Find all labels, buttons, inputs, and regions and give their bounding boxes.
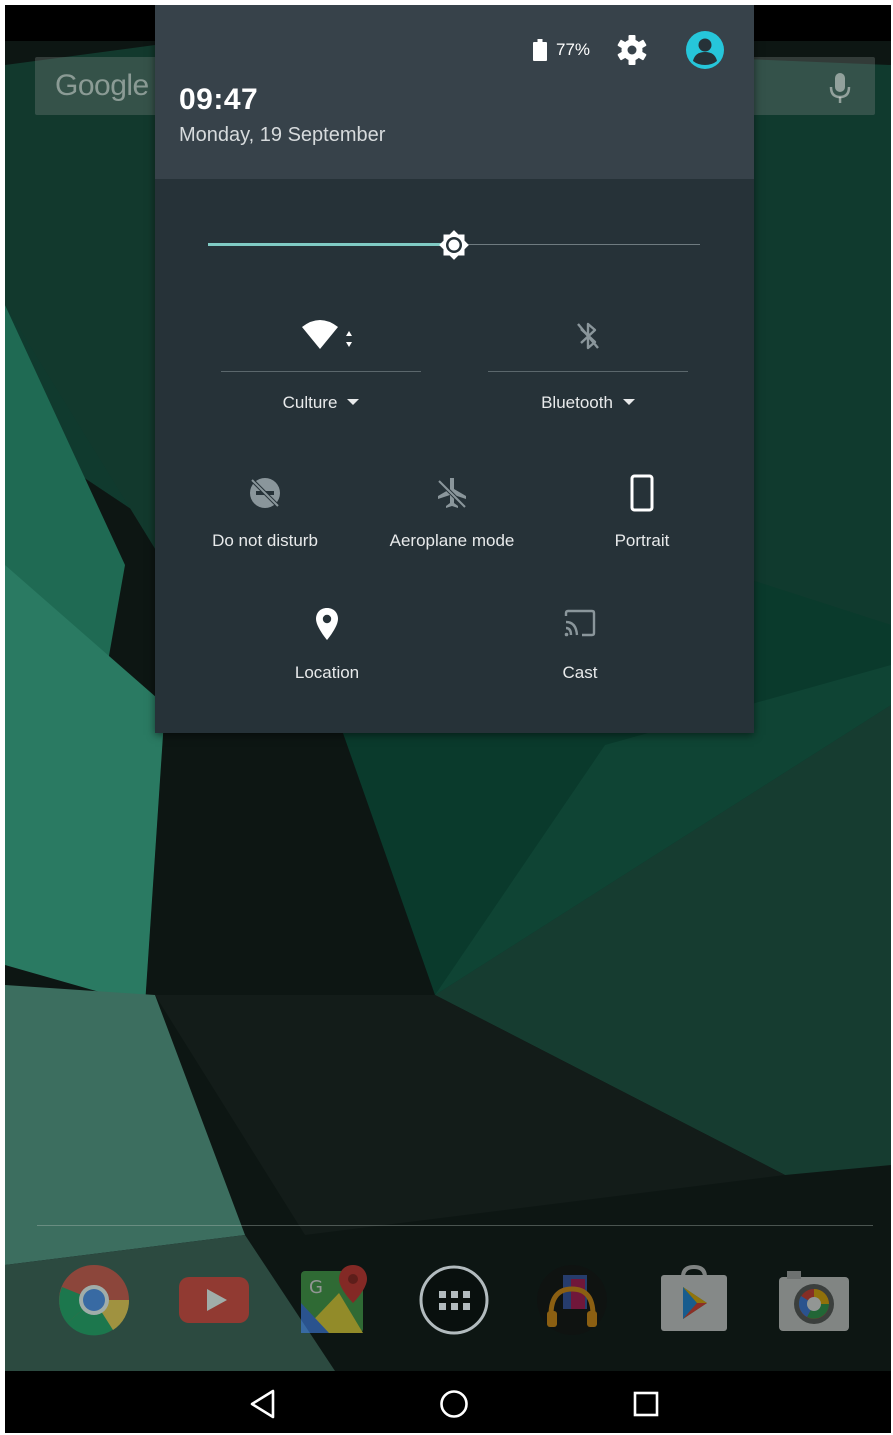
wifi-network-name: Culture — [282, 393, 338, 412]
camera-icon[interactable] — [777, 1263, 851, 1337]
youtube-icon[interactable] — [177, 1263, 251, 1337]
home-icon[interactable] — [437, 1387, 471, 1421]
portrait-label: Portrait — [614, 531, 670, 550]
svg-text:G: G — [309, 1277, 323, 1298]
chrome-icon[interactable] — [57, 1263, 131, 1337]
aeroplane-label: Aeroplane mode — [389, 531, 515, 550]
tile-do-not-disturb[interactable]: Do not disturb — [175, 465, 355, 565]
battery-icon — [533, 39, 547, 61]
maps-icon[interactable]: G — [299, 1263, 373, 1337]
battery-percentage: 77% — [556, 40, 591, 59]
wifi-icon — [302, 320, 352, 349]
microphone-icon[interactable] — [827, 71, 853, 105]
quick-settings-panel: 77% 09:47 Monday, 19 September Culture B… — [155, 5, 754, 733]
do-not-disturb-off-icon — [250, 478, 280, 508]
back-icon[interactable] — [247, 1387, 281, 1421]
account-icon[interactable] — [685, 30, 725, 70]
device-screen: Google G 77% 09:47 Monday, 19 September … — [5, 5, 891, 1433]
gear-icon[interactable] — [615, 33, 649, 67]
tile-rotation-portrait[interactable]: Portrait — [552, 465, 732, 565]
brightness-slider[interactable] — [208, 225, 700, 265]
bluetooth-off-icon — [577, 322, 599, 350]
wifi-label-row[interactable]: Culture — [221, 393, 421, 413]
dnd-label: Do not disturb — [212, 531, 318, 550]
tile-aeroplane-mode[interactable]: Aeroplane mode — [362, 465, 542, 565]
dock-divider — [37, 1225, 873, 1226]
brightness-track-filled — [208, 243, 454, 246]
cast-icon — [564, 609, 596, 637]
tile-wifi[interactable]: Culture — [221, 305, 421, 425]
chevron-down-icon — [347, 398, 360, 405]
tile-cast[interactable]: Cast — [490, 597, 670, 697]
tile-location[interactable]: Location — [237, 597, 417, 697]
chevron-down-icon — [622, 398, 635, 405]
clock-time[interactable]: 09:47 — [179, 83, 258, 117]
recents-icon[interactable] — [629, 1387, 663, 1421]
portrait-phone-icon — [630, 474, 654, 512]
google-logo: Google — [55, 69, 149, 102]
play-store-icon[interactable] — [657, 1263, 731, 1337]
brightness-thumb[interactable] — [436, 227, 472, 263]
music-icon[interactable] — [535, 1263, 609, 1337]
airplane-off-icon — [437, 478, 467, 509]
tile-bluetooth[interactable]: Bluetooth — [488, 305, 688, 425]
navigation-bar — [5, 1371, 891, 1433]
bluetooth-label: Bluetooth — [541, 393, 613, 412]
clock-date[interactable]: Monday, 19 September — [179, 124, 385, 147]
tile-divider — [221, 371, 421, 372]
cast-label: Cast — [562, 663, 598, 682]
tile-divider — [488, 371, 688, 372]
location-label: Location — [294, 663, 360, 682]
bluetooth-label-row[interactable]: Bluetooth — [488, 393, 688, 413]
app-drawer-icon[interactable] — [417, 1263, 491, 1337]
quick-settings-header: 77% 09:47 Monday, 19 September — [155, 5, 754, 179]
brightness-track-empty — [454, 244, 700, 245]
location-pin-icon — [316, 608, 338, 640]
